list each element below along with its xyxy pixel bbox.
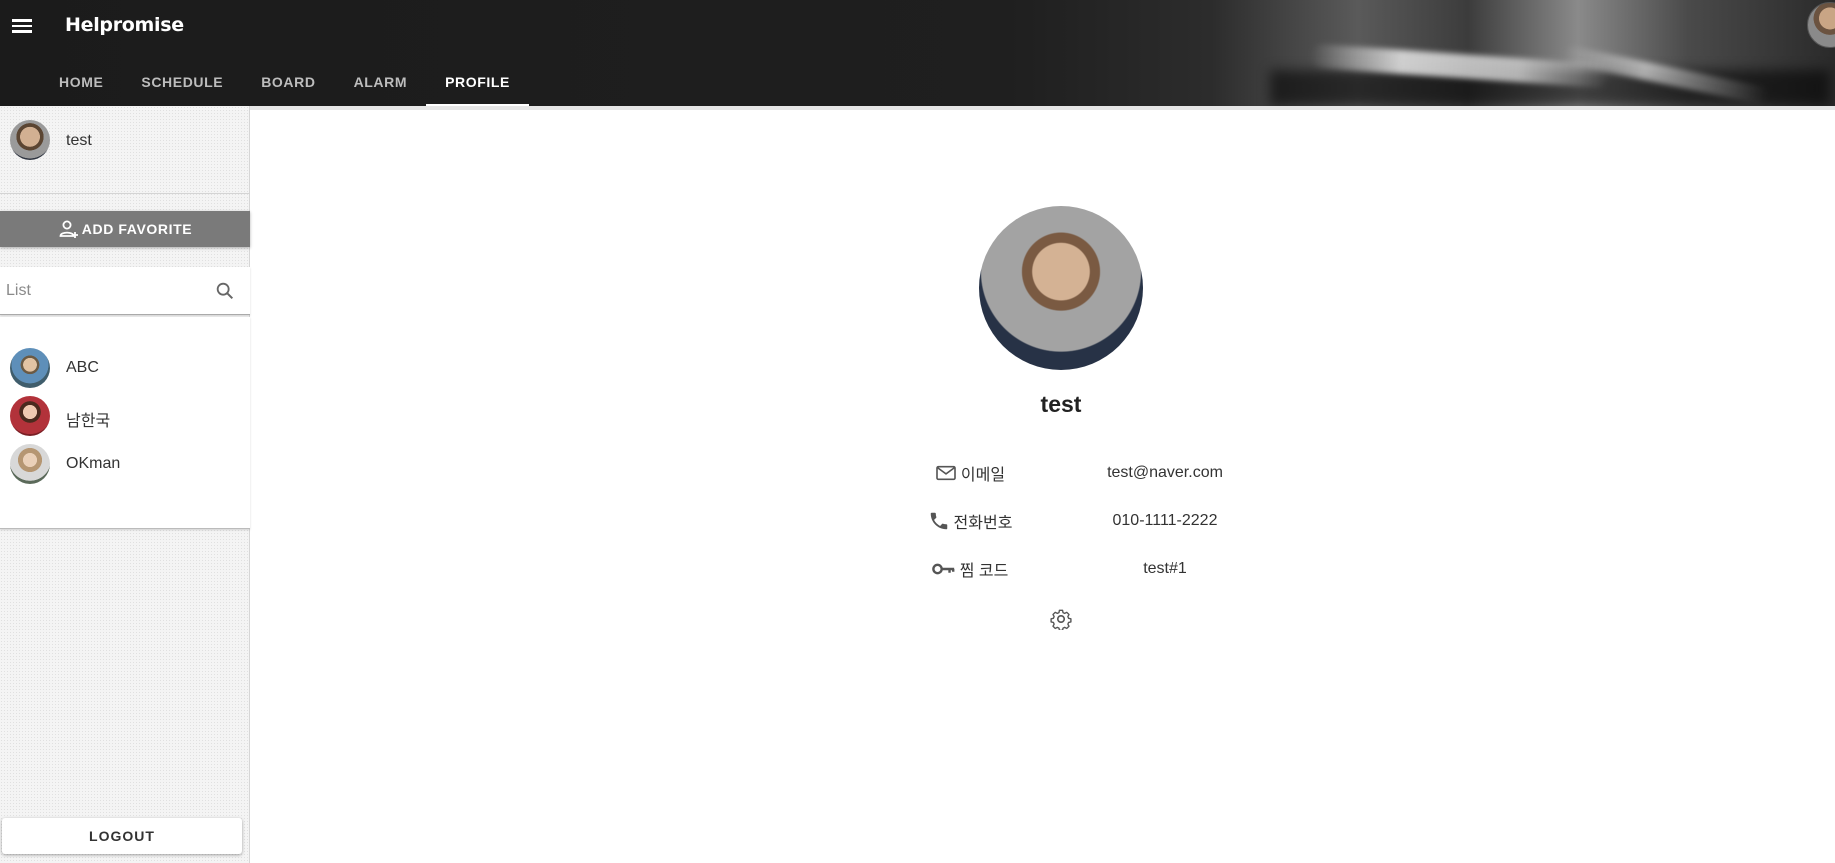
field-label: 이메일 xyxy=(870,461,1070,485)
friend-list: ABC 남한국 OKman xyxy=(0,317,250,529)
tab-alarm[interactable]: ALARM xyxy=(335,58,427,106)
avatar xyxy=(10,444,50,484)
avatar xyxy=(10,348,50,388)
profile-avatar xyxy=(979,206,1143,370)
profile-name: test xyxy=(1040,391,1082,417)
avatar xyxy=(10,120,50,160)
avatar xyxy=(10,396,50,436)
tab-home[interactable]: HOME xyxy=(40,58,122,106)
content-divider xyxy=(250,106,1835,110)
code-label: 찜 코드 xyxy=(959,563,1009,580)
add-favorite-label: ADD FAVORITE xyxy=(81,221,193,237)
profile-field-phone: 전화번호 010-1111-2222 xyxy=(870,506,1270,536)
list-item[interactable]: OKman xyxy=(0,440,250,488)
mail-icon xyxy=(936,465,956,481)
code-value: test#1 xyxy=(1143,560,1187,577)
menu-icon[interactable] xyxy=(10,16,34,36)
profile-field-email: 이메일 test@naver.com xyxy=(870,458,1270,488)
tab-board[interactable]: BOARD xyxy=(242,58,334,106)
list-item[interactable]: 남한국 xyxy=(0,392,250,440)
logout-button[interactable]: LOGOUT xyxy=(2,818,242,854)
add-favorite-button[interactable]: ADD FAVORITE xyxy=(0,211,250,247)
key-icon xyxy=(931,563,955,575)
email-value: test@naver.com xyxy=(1107,464,1223,481)
gear-icon[interactable] xyxy=(1050,608,1072,630)
search-input[interactable] xyxy=(6,280,206,302)
app-brand[interactable]: Helpromise xyxy=(65,14,184,36)
field-label: 전화번호 xyxy=(870,509,1070,533)
tab-profile[interactable]: PROFILE xyxy=(426,58,529,106)
friend-name: 남한국 xyxy=(66,413,111,430)
user-avatar[interactable] xyxy=(1807,2,1835,48)
current-user-name: test xyxy=(66,132,92,149)
email-label: 이메일 xyxy=(960,467,1006,484)
friend-search xyxy=(0,267,250,315)
tab-schedule[interactable]: SCHEDULE xyxy=(122,58,242,106)
field-label: 찜 코드 xyxy=(870,557,1070,581)
add-person-icon xyxy=(59,220,78,238)
phone-value: 010-1111-2222 xyxy=(1112,512,1218,529)
search-icon[interactable] xyxy=(214,280,236,302)
friend-name: OKman xyxy=(66,455,121,472)
phone-icon xyxy=(930,512,947,530)
friend-name: ABC xyxy=(66,359,99,376)
phone-label: 전화번호 xyxy=(953,515,1013,532)
app-header: Helpromise HOME SCHEDULE BOARD ALARM PRO… xyxy=(0,0,1835,106)
nav-tabs: HOME SCHEDULE BOARD ALARM PROFILE xyxy=(40,58,529,106)
sidebar: test ADD FAVORITE ABC 남한국 OKman LOGOUT xyxy=(0,106,250,863)
profile-field-code: 찜 코드 test#1 xyxy=(870,554,1270,584)
list-item[interactable]: ABC xyxy=(0,344,250,392)
current-user[interactable]: test xyxy=(0,106,250,194)
